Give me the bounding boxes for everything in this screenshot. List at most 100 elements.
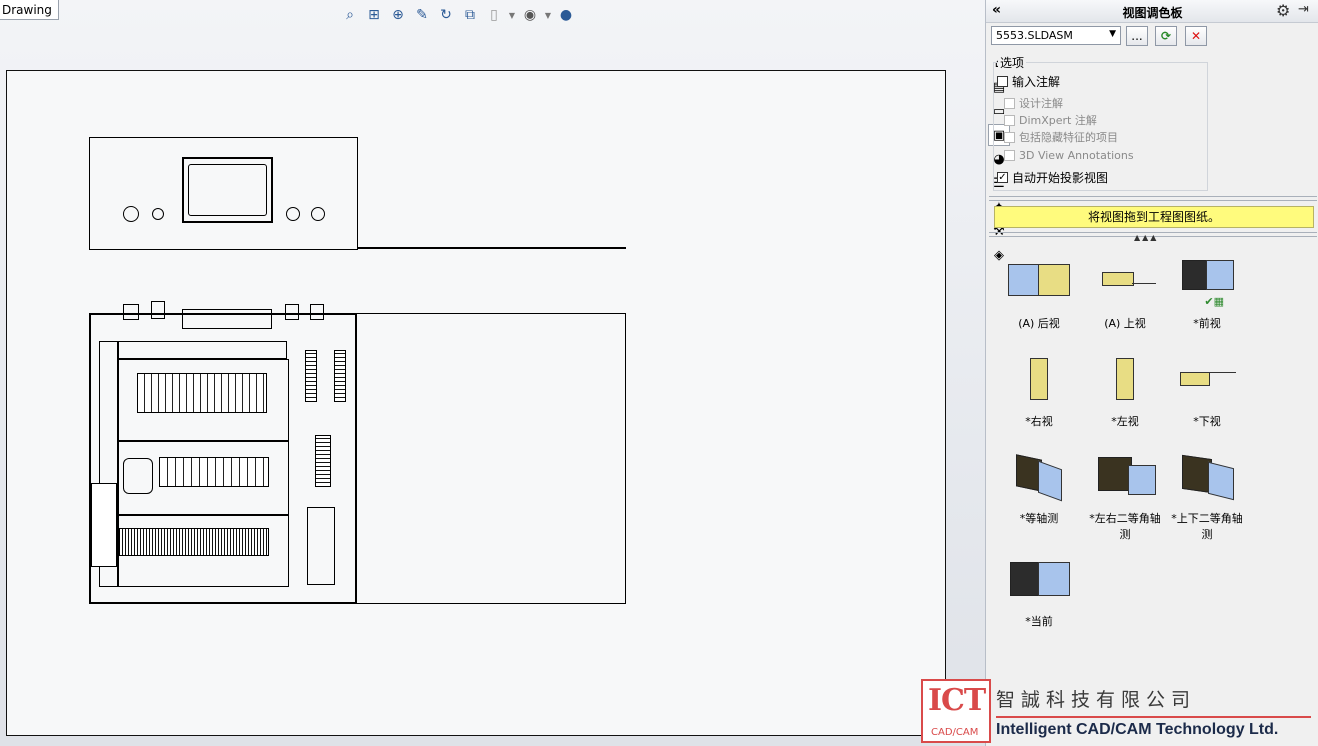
appearance-icon[interactable]: ●: [556, 5, 576, 25]
view-label: *左视: [1111, 415, 1139, 428]
view-thumb-top[interactable]: (A) 上视: [1084, 260, 1166, 332]
file-select[interactable]: 5553.SLDASM ▼: [991, 26, 1121, 45]
collapse-panel-icon[interactable]: «: [992, 2, 1001, 18]
drawing-tab[interactable]: Drawing: [0, 0, 59, 20]
view-label: *下视: [1193, 415, 1221, 428]
view-thumb-bottom[interactable]: *下视: [1166, 358, 1248, 430]
button-circle: [311, 207, 325, 221]
view-label: (A) 后视: [1018, 317, 1060, 330]
trimetric-view-thumbnail: [1176, 454, 1238, 501]
import-annotations-option[interactable]: 输入注解: [997, 73, 1060, 90]
bottom-view-thumbnail: [1176, 358, 1238, 400]
hide-show-icon[interactable]: ◉: [520, 5, 540, 25]
rotate-icon[interactable]: ↻: [436, 5, 456, 25]
drive-module: [315, 435, 331, 487]
close-icon[interactable]: ✕: [1185, 26, 1207, 46]
logo-chinese-name: 智誠科技有限公司: [996, 689, 1197, 711]
power-supply: [307, 507, 335, 585]
view-label: *当前: [1025, 615, 1053, 628]
view-thumb-front[interactable]: ✔▦ *前视: [1166, 260, 1248, 332]
options-title: 选项: [998, 54, 1027, 71]
auto-projection-option[interactable]: ✓ 自动开始投影视图: [997, 169, 1108, 186]
refresh-icon[interactable]: ⟳: [1155, 26, 1177, 46]
logo-underline: [996, 716, 1311, 718]
view-label: (A) 上视: [1104, 317, 1146, 330]
3d-view-annotations-option: 3D View Annotations: [1004, 149, 1134, 162]
drag-hint-banner: 将视图拖到工程图图纸。: [994, 206, 1314, 228]
top-button: [285, 304, 299, 320]
auto-projection-label: 自动开始投影视图: [1012, 171, 1109, 185]
browse-button[interactable]: ...: [1126, 26, 1148, 46]
view-thumb-trimetric[interactable]: *上下二等角轴测: [1166, 454, 1248, 543]
view-thumb-isometric[interactable]: *等轴测: [998, 454, 1080, 527]
left-view-thumbnail: [1094, 358, 1156, 400]
hidden-features-checkbox: [1004, 131, 1015, 143]
section-view-icon[interactable]: ⧉: [460, 5, 480, 25]
resize-grip[interactable]: ▲▲▲: [1134, 233, 1158, 242]
3d-view-annotations-checkbox: [1004, 150, 1015, 161]
right-view-thumbnail: [1008, 358, 1070, 400]
company-logo: ICT CAD/CAM 智誠科技有限公司 Intelligent CAD/CAM…: [921, 677, 1318, 746]
view-palette-panel: 视图调色板 « ⚙ ⇥ 5553.SLDASM ▼ ... ⟳ ✕ ⌂ ▤ ▭ …: [985, 0, 1318, 746]
view-label: *等轴测: [1019, 512, 1059, 525]
top-button: [123, 304, 139, 320]
logo-english-name: Intelligent CAD/CAM Technology Ltd.: [996, 721, 1279, 738]
button-circle: [152, 208, 164, 220]
pin-icon[interactable]: ⇥: [1298, 2, 1309, 17]
chevron-down-icon[interactable]: ▼: [508, 11, 516, 20]
contactor: [123, 458, 153, 494]
gear-icon[interactable]: ⚙: [1276, 1, 1290, 20]
view-thumb-left[interactable]: *左视: [1084, 358, 1166, 430]
previous-view-icon[interactable]: ✎: [412, 5, 432, 25]
drawing-sheet[interactable]: [6, 70, 946, 736]
view-thumb-back[interactable]: (A) 后视: [998, 260, 1080, 332]
terminal-block-row: [119, 528, 269, 556]
panel-header: 视图调色板 « ⚙ ⇥: [986, 0, 1318, 23]
display-style-icon[interactable]: ▯: [484, 5, 504, 25]
dimetric-view-thumbnail: [1094, 455, 1156, 497]
drawing-canvas[interactable]: Drawing ⌕ ⊞ ⊕ ✎ ↻ ⧉ ▯ ▼ ◉ ▼ ●: [0, 0, 985, 746]
view-label: *上下二等角轴测: [1171, 512, 1243, 541]
logo-mark: ICT CAD/CAM: [921, 679, 991, 743]
top-view-thumbnail: [1094, 260, 1156, 302]
back-view-thumbnail: [1008, 260, 1070, 302]
view-label: *左右二等角轴测: [1089, 512, 1161, 541]
duct-top: [117, 341, 287, 359]
dimxpert-checkbox: [1004, 114, 1015, 126]
top-button: [310, 304, 324, 320]
design-annotations-checkbox: [1004, 97, 1015, 109]
zoom-in-out-icon[interactable]: ⊕: [388, 5, 408, 25]
hidden-features-label: 包括隐藏特征的项目: [1019, 131, 1118, 144]
divider: [989, 196, 1317, 201]
3d-view-annotations-label: 3D View Annotations: [1019, 149, 1134, 162]
design-annotations-option: 设计注解: [1004, 95, 1063, 111]
dimxpert-option: DimXpert 注解: [1004, 112, 1097, 128]
drive-module: [305, 350, 317, 402]
design-annotations-label: 设计注解: [1019, 97, 1063, 110]
view-label: *右视: [1025, 415, 1053, 428]
view-thumb-right[interactable]: *右视: [998, 358, 1080, 430]
drive-module: [334, 350, 346, 402]
current-view-thumbnail: [1008, 558, 1070, 600]
hmi-screen-inner: [188, 164, 267, 216]
current-view-check-icon: ✔▦: [1204, 295, 1224, 308]
zoom-to-fit-icon[interactable]: ⌕: [340, 5, 360, 25]
view-thumb-current[interactable]: *当前: [998, 558, 1080, 630]
import-annotations-checkbox[interactable]: [997, 76, 1008, 87]
hidden-features-option: 包括隐藏特征的项目: [1004, 129, 1118, 145]
chevron-down-icon[interactable]: ▼: [544, 11, 552, 20]
zoom-area-icon[interactable]: ⊞: [364, 5, 384, 25]
button-circle: [123, 206, 139, 222]
logo-sub: CAD/CAM: [931, 727, 979, 738]
panel-title: 视图调色板: [1122, 6, 1183, 20]
top-button: [151, 301, 165, 319]
top-screen-part: [182, 309, 272, 329]
button-circle: [286, 207, 300, 221]
breaker-row: [137, 373, 267, 413]
top-view-edge-line: [357, 247, 626, 249]
chevron-down-icon: ▼: [1109, 29, 1116, 39]
auto-projection-checkbox[interactable]: ✓: [997, 172, 1008, 183]
view-thumb-dimetric[interactable]: *左右二等角轴测: [1084, 455, 1166, 543]
relay-row: [159, 457, 269, 487]
front-view-thumbnail: ✔▦: [1176, 260, 1238, 308]
